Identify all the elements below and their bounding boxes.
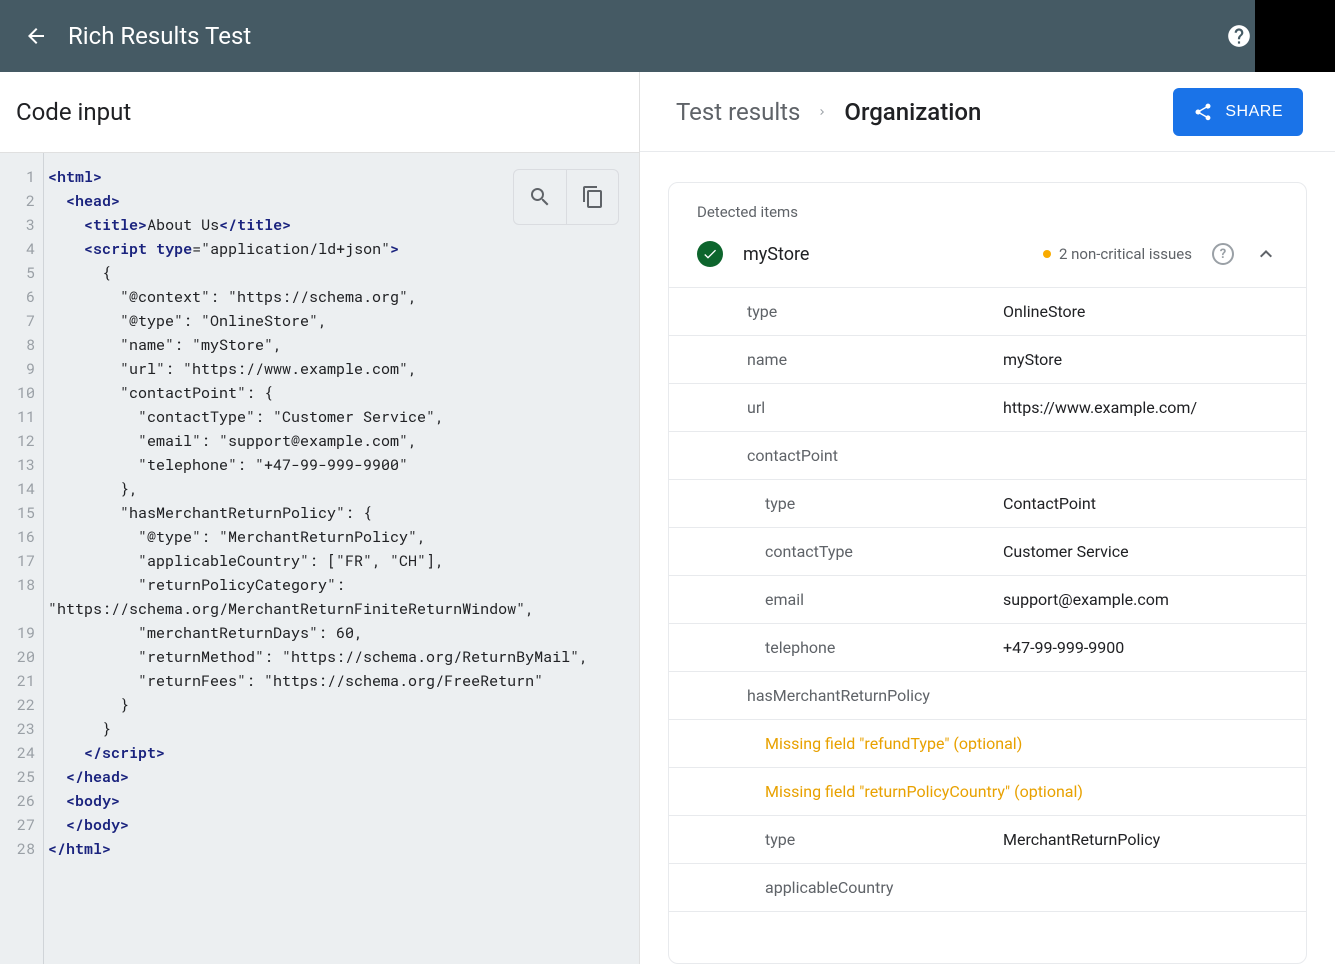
property-key: type [765, 830, 1003, 849]
property-value: OnlineStore [1003, 302, 1085, 321]
property-key: type [765, 494, 1003, 513]
property-row[interactable]: typeOnlineStore [669, 288, 1306, 336]
code-editor[interactable]: 1234567891011121314151617181920212223242… [0, 152, 639, 964]
code-content[interactable]: <html> <head> <title>About Us</title> <s… [44, 153, 592, 964]
warning-row[interactable]: Missing field "returnPolicyCountry" (opt… [669, 768, 1306, 816]
property-row[interactable]: namemyStore [669, 336, 1306, 384]
property-key: email [765, 590, 1003, 609]
share-icon [1193, 102, 1213, 122]
property-section[interactable]: hasMerchantReturnPolicy [669, 672, 1306, 720]
breadcrumb-current: Organization [844, 98, 981, 126]
detected-item-row[interactable]: myStore 2 non-critical issues ? [669, 225, 1306, 288]
app-header: Rich Results Test [0, 0, 1335, 72]
breadcrumb: Test results Organization [676, 98, 1173, 126]
share-button[interactable]: SHARE [1173, 88, 1303, 136]
check-icon [697, 241, 723, 267]
property-value: +47-99-999-9900 [1003, 638, 1124, 657]
account-region[interactable] [1255, 0, 1335, 72]
property-row[interactable]: telephone+47-99-999-9900 [669, 624, 1306, 672]
property-key: url [747, 398, 1003, 417]
property-key: name [747, 350, 1003, 369]
property-row[interactable]: typeContactPoint [669, 480, 1306, 528]
code-input-panel: Code input 12345678910111213141516171819… [0, 72, 640, 964]
detected-item-name: myStore [743, 244, 1023, 265]
line-number-gutter: 1234567891011121314151617181920212223242… [0, 153, 44, 964]
results-panel: Test results Organization SHARE Detected… [640, 72, 1335, 964]
property-value: support@example.com [1003, 590, 1169, 609]
property-key: telephone [765, 638, 1003, 657]
chevron-right-icon [816, 106, 828, 118]
property-value: https://www.example.com/ [1003, 398, 1197, 417]
issues-badge: 2 non-critical issues [1043, 245, 1192, 263]
copy-icon [581, 185, 605, 209]
properties-list: typeOnlineStorenamemyStoreurlhttps://www… [669, 288, 1306, 963]
arrow-left-icon [24, 24, 48, 48]
property-value: myStore [1003, 350, 1062, 369]
property-row[interactable]: emailsupport@example.com [669, 576, 1306, 624]
code-input-header: Code input [0, 72, 639, 152]
property-row[interactable]: urlhttps://www.example.com/ [669, 384, 1306, 432]
help-icon [1226, 23, 1252, 49]
detected-items-heading: Detected items [669, 183, 1306, 225]
copy-code-button[interactable] [566, 170, 618, 224]
issues-text: 2 non-critical issues [1059, 245, 1192, 263]
property-key: type [747, 302, 1003, 321]
help-button[interactable] [1219, 16, 1259, 56]
code-input-title: Code input [16, 98, 623, 126]
property-row[interactable]: typeMerchantReturnPolicy [669, 816, 1306, 864]
collapse-button[interactable] [1254, 242, 1278, 266]
breadcrumb-root[interactable]: Test results [676, 98, 800, 126]
property-row[interactable]: contactTypeCustomer Service [669, 528, 1306, 576]
code-action-bar [513, 169, 619, 225]
search-icon [528, 185, 552, 209]
property-value: Customer Service [1003, 542, 1129, 561]
property-value: ContactPoint [1003, 494, 1096, 513]
property-key: contactType [765, 542, 1003, 561]
warning-row[interactable]: Missing field "refundType" (optional) [669, 720, 1306, 768]
app-title: Rich Results Test [68, 22, 1219, 50]
detected-items-card: Detected items myStore 2 non-critical is… [668, 182, 1307, 964]
property-section[interactable]: contactPoint [669, 432, 1306, 480]
property-value: MerchantReturnPolicy [1003, 830, 1160, 849]
property-section[interactable]: applicableCountry [669, 864, 1306, 912]
warning-dot-icon [1043, 250, 1051, 258]
chevron-up-icon [1254, 242, 1278, 266]
results-header: Test results Organization SHARE [640, 72, 1335, 152]
main-content: Code input 12345678910111213141516171819… [0, 72, 1335, 964]
search-code-button[interactable] [514, 170, 566, 224]
issues-help-button[interactable]: ? [1212, 243, 1234, 265]
share-button-label: SHARE [1225, 103, 1283, 121]
back-button[interactable] [16, 16, 56, 56]
